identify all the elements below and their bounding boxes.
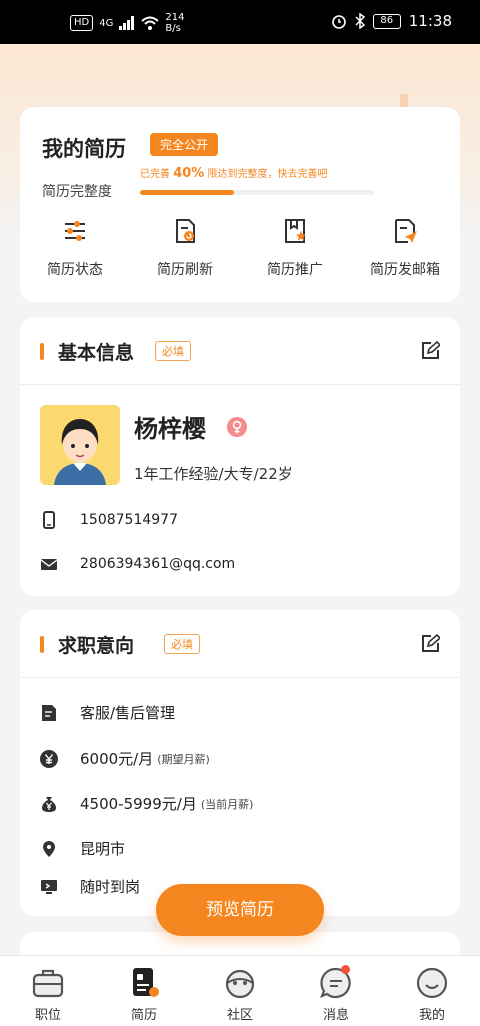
completeness-label: 简历完整度 (42, 184, 112, 200)
tab-profile[interactable]: 我的 (384, 956, 480, 1026)
phone-number: 15087514977 (80, 512, 178, 528)
network-type: 4G (99, 17, 114, 29)
resume-summary-card: 我的简历 完全公开 已完善 40% 限达到完整度，快去完善吧 简历完整度 简历状… (20, 107, 460, 302)
tab-jobs[interactable]: 职位 (0, 956, 96, 1026)
avatar[interactable] (40, 405, 120, 485)
basic-info-title: 基本信息 (58, 342, 135, 364)
resume-email-button[interactable]: 简历发邮箱 (350, 217, 460, 279)
profile-icon (416, 967, 448, 999)
current-salary-note: (当前月薪) (200, 797, 254, 811)
required-badge: 必填 (164, 634, 200, 654)
sliders-icon (65, 221, 85, 241)
status-bar: HD 4G 214 B/s 86 11:38 (0, 0, 480, 44)
refresh-doc-icon (176, 219, 195, 243)
resume-refresh-button[interactable]: 简历刷新 (130, 217, 240, 279)
preview-resume-button[interactable]: 预览简历 (156, 884, 324, 936)
resume-status-button[interactable]: 简历状态 (20, 217, 130, 279)
phone-icon (43, 511, 55, 529)
star-doc-icon (285, 219, 306, 243)
briefcase-icon (32, 969, 64, 998)
current-salary-row: 4500-5999元/月 (当前月薪) (40, 793, 253, 814)
user-name: 杨梓樱 (134, 415, 206, 443)
tab-messages[interactable]: 消息 (288, 956, 384, 1026)
job-intent-header: 求职意向 必填 (20, 610, 460, 678)
email-address: 2806394361@qq.com (80, 556, 236, 572)
net-speed: 214 B/s (165, 12, 185, 34)
current-salary-value: 4500-5999元/月 (80, 795, 197, 813)
expected-salary-row: 6000元/月 (期望月薪) (40, 748, 210, 769)
hd-indicator: HD (70, 15, 94, 31)
completeness-progress (140, 190, 374, 195)
bottom-tab-bar: 职位 简历 社区 消息 我的 (0, 955, 480, 1026)
availability-value: 随时到岗 (80, 878, 141, 896)
expected-salary-value: 6000元/月 (80, 750, 154, 768)
unread-dot (341, 965, 350, 974)
tab-label: 简历 (130, 1008, 157, 1023)
expected-salary-note: (期望月薪) (157, 752, 210, 766)
required-badge: 必填 (155, 341, 191, 361)
female-icon (227, 417, 247, 437)
tab-label: 我的 (418, 1008, 445, 1023)
position-value: 客服/售后管理 (80, 704, 176, 722)
resume-quick-actions: 简历状态 简历刷新 简历推广 简历发邮箱 (20, 217, 460, 279)
yen-icon (40, 749, 58, 768)
tab-resume[interactable]: 简历 (96, 956, 192, 1026)
resume-icon (133, 968, 159, 997)
document-icon (42, 704, 56, 721)
edit-icon[interactable] (420, 634, 440, 654)
quick-action-label: 简历发邮箱 (370, 262, 440, 278)
quick-action-label: 简历推广 (267, 262, 323, 278)
quick-action-label: 简历刷新 (157, 262, 213, 278)
position-row: 客服/售后管理 (40, 702, 175, 723)
signal-icon (119, 16, 135, 30)
basic-info-card: 基本信息 必填 杨梓樱 1年工作经验/大专/22岁 15087514977 28… (20, 317, 460, 596)
money-bag-icon (42, 796, 56, 812)
avatar-illustration (40, 405, 120, 485)
edit-icon[interactable] (420, 341, 440, 361)
bluetooth-icon (355, 13, 365, 29)
availability-row: 随时到岗 (40, 876, 140, 897)
community-icon (225, 969, 255, 999)
tab-label: 社区 (226, 1008, 253, 1023)
clock: 11:38 (408, 12, 452, 30)
resume-promote-button[interactable]: 简历推广 (240, 217, 350, 279)
job-intent-title: 求职意向 (58, 635, 135, 657)
completeness-tip: 已完善 40% 限达到完整度，快去完善吧 (140, 166, 328, 181)
section-accent-bar (40, 343, 44, 360)
city-row: 昆明市 (40, 838, 125, 859)
tab-label: 消息 (322, 1008, 349, 1023)
mail-icon (40, 559, 58, 570)
resume-title: 我的简历 (42, 137, 126, 161)
location-pin-icon (43, 840, 55, 857)
basic-info-header: 基本信息 必填 (20, 317, 460, 385)
quick-action-label: 简历状态 (47, 262, 103, 278)
battery-indicator: 86 (372, 13, 401, 29)
tab-label: 职位 (34, 1008, 61, 1023)
tab-community[interactable]: 社区 (192, 956, 288, 1026)
city-value: 昆明市 (80, 840, 126, 858)
visibility-badge[interactable]: 完全公开 (150, 133, 219, 156)
monitor-icon (41, 879, 57, 894)
alarm-icon (331, 15, 346, 29)
job-intent-card: 求职意向 必填 客服/售后管理 6000元/月 (期望月薪) 4500-5999… (20, 610, 460, 916)
section-accent-bar (40, 636, 44, 653)
user-summary: 1年工作经验/大专/22岁 (134, 465, 293, 483)
wifi-icon (141, 16, 160, 30)
email-row: 2806394361@qq.com (40, 555, 235, 573)
send-doc-icon (395, 219, 417, 243)
phone-row: 15087514977 (40, 511, 178, 529)
